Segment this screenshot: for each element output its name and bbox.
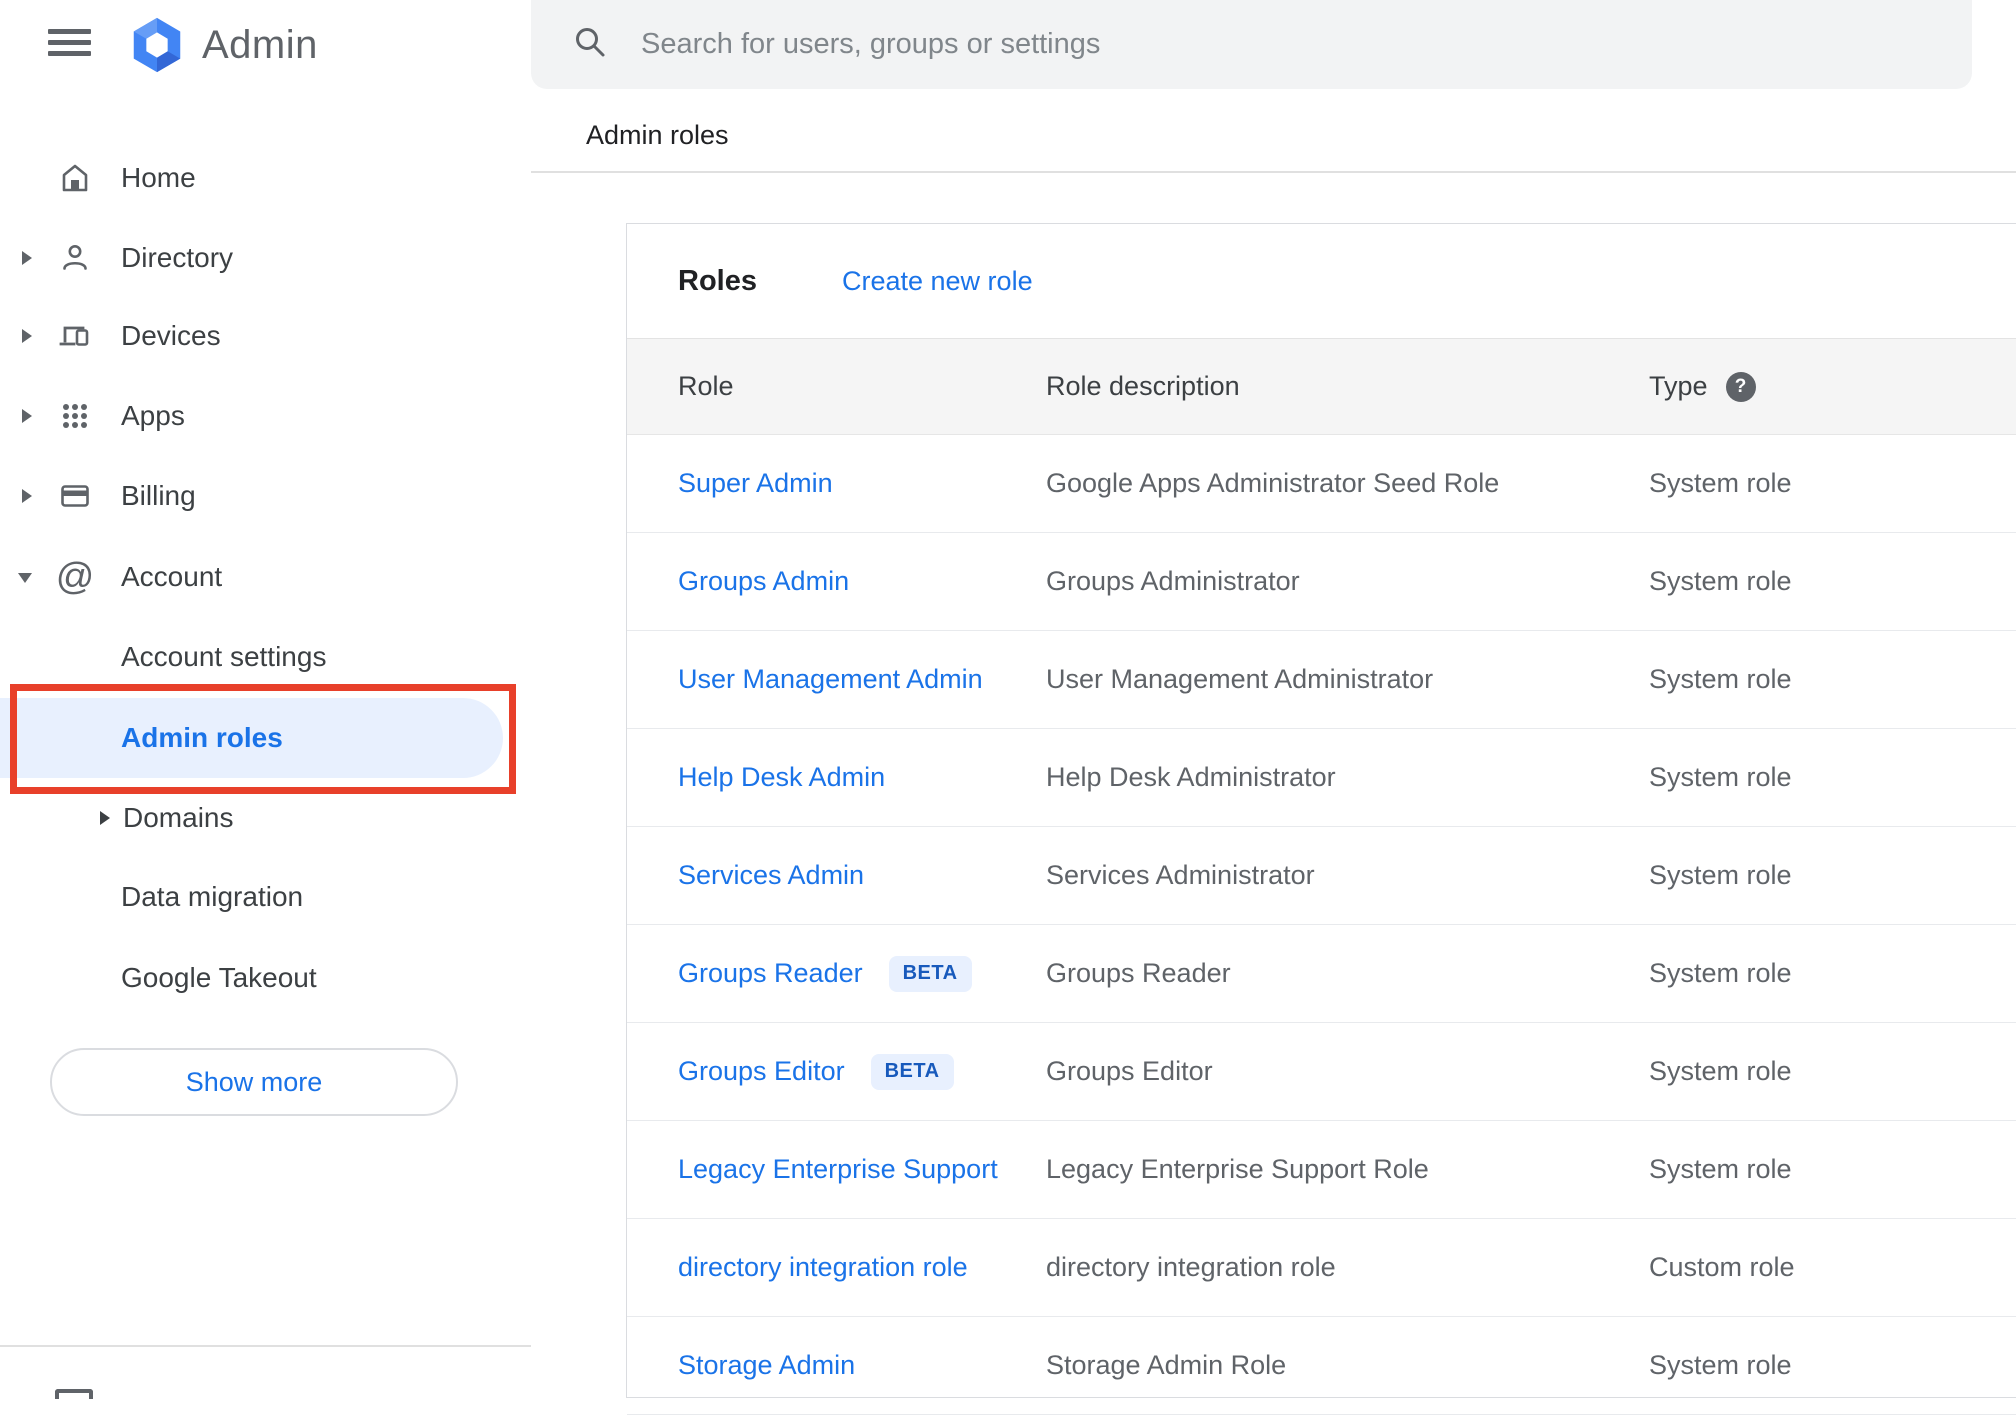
- table-row: directory integration role directory int…: [627, 1219, 2016, 1317]
- collapse-arrow-icon[interactable]: [18, 573, 32, 583]
- role-link[interactable]: User Management Admin: [678, 664, 983, 695]
- admin-hexagon-icon: [133, 17, 181, 73]
- person-icon: [56, 218, 94, 298]
- sidebar-item-label: Data migration: [121, 881, 304, 912]
- sidebar: Admin Home Directory Devices Apps Billin…: [0, 0, 531, 1399]
- column-header-description: Role description: [1046, 371, 1240, 401]
- table-header-row: Role Role description Type ?: [627, 338, 2016, 435]
- sidebar-item-data-migration[interactable]: Data migration: [0, 857, 531, 937]
- sidebar-item-account[interactable]: @ Account: [0, 537, 531, 617]
- search-input[interactable]: [641, 28, 1942, 61]
- sidebar-item-label: Apps: [121, 400, 185, 431]
- role-type: System role: [1649, 860, 1792, 890]
- role-type: System role: [1649, 1350, 1792, 1380]
- table-row: Super Admin Google Apps Administrator Se…: [627, 435, 2016, 533]
- sidebar-item-label: Billing: [121, 480, 196, 511]
- beta-badge: BETA: [870, 1053, 954, 1090]
- breadcrumb: Admin roles: [586, 120, 729, 150]
- sidebar-bottom-divider: [0, 1345, 531, 1347]
- role-link[interactable]: Legacy Enterprise Support: [678, 1154, 998, 1185]
- panel-title: Roles: [678, 264, 757, 297]
- role-description: Help Desk Administrator: [1046, 762, 1336, 792]
- column-header-role: Role: [678, 371, 734, 401]
- brand-bar: Admin: [0, 0, 531, 92]
- sidebar-item-label: Domains: [123, 802, 234, 833]
- role-type: System role: [1649, 566, 1792, 596]
- table-row: Services Admin Services Administrator Sy…: [627, 827, 2016, 925]
- devices-icon: [56, 296, 94, 376]
- sidebar-item-label: Account: [121, 561, 223, 592]
- beta-badge: BETA: [888, 955, 972, 992]
- sidebar-item-label: Devices: [121, 320, 221, 351]
- credit-card-icon: [56, 456, 94, 536]
- role-type: System role: [1649, 664, 1792, 694]
- expand-arrow-icon[interactable]: [22, 409, 32, 423]
- column-header-type: Type: [1649, 371, 1708, 401]
- table-row: Legacy Enterprise Support Legacy Enterpr…: [627, 1121, 2016, 1219]
- role-link[interactable]: Groups Editor: [678, 1056, 845, 1087]
- role-type: System role: [1649, 762, 1792, 792]
- role-link[interactable]: Storage Admin: [678, 1350, 855, 1381]
- expand-arrow-icon[interactable]: [100, 811, 110, 825]
- role-description: directory integration role: [1046, 1252, 1336, 1282]
- role-description: Groups Reader: [1046, 958, 1231, 988]
- role-type: System role: [1649, 1056, 1792, 1086]
- role-link[interactable]: Services Admin: [678, 860, 864, 891]
- role-description: Legacy Enterprise Support Role: [1046, 1154, 1429, 1184]
- roles-panel-header: Roles Create new role: [627, 224, 2016, 338]
- sidebar-item-domains[interactable]: Domains: [0, 778, 531, 858]
- menu-icon[interactable]: [48, 29, 91, 56]
- home-icon: [56, 138, 94, 218]
- role-link[interactable]: Help Desk Admin: [678, 762, 885, 793]
- role-description: Groups Administrator: [1046, 566, 1300, 596]
- header-divider: [531, 171, 2016, 173]
- role-type: Custom role: [1649, 1252, 1795, 1282]
- sidebar-item-home[interactable]: Home: [0, 138, 531, 218]
- role-description: Groups Editor: [1046, 1056, 1213, 1086]
- create-new-role-link[interactable]: Create new role: [842, 266, 1033, 297]
- role-type: System role: [1649, 958, 1792, 988]
- sidebar-item-label: Directory: [121, 242, 234, 273]
- help-icon[interactable]: ?: [1725, 371, 1756, 402]
- expand-arrow-icon[interactable]: [22, 329, 32, 343]
- cutoff-nav-icon: [55, 1389, 93, 1399]
- expand-arrow-icon[interactable]: [22, 489, 32, 503]
- sidebar-item-google-takeout[interactable]: Google Takeout: [0, 938, 531, 1018]
- admin-logo-text: Admin: [202, 22, 318, 67]
- role-link[interactable]: Groups Admin: [678, 566, 849, 597]
- role-link[interactable]: directory integration role: [678, 1252, 968, 1283]
- role-description: Google Apps Administrator Seed Role: [1046, 468, 1500, 498]
- admin-logo: Admin: [126, 14, 318, 76]
- role-link[interactable]: Groups Reader: [678, 958, 863, 989]
- table-row: Storage Admin Storage Admin Role System …: [627, 1317, 2016, 1415]
- table-row: User Management Admin User Management Ad…: [627, 631, 2016, 729]
- search-icon: [571, 23, 609, 66]
- role-link[interactable]: Super Admin: [678, 468, 833, 499]
- table-row: Help Desk Admin Help Desk Administrator …: [627, 729, 2016, 827]
- sidebar-item-directory[interactable]: Directory: [0, 218, 531, 298]
- at-sign-icon: @: [55, 556, 95, 598]
- role-description: Services Administrator: [1046, 860, 1315, 890]
- role-description: Storage Admin Role: [1046, 1350, 1287, 1380]
- sidebar-item-label: Home: [121, 162, 196, 193]
- sidebar-item-devices[interactable]: Devices: [0, 296, 531, 376]
- table-row: Groups Reader BETA Groups Reader System …: [627, 925, 2016, 1023]
- table-row: Groups Editor BETA Groups Editor System …: [627, 1023, 2016, 1121]
- search-bar[interactable]: [531, 0, 1972, 89]
- roles-panel: Roles Create new role Role Role descript…: [626, 223, 2016, 1415]
- sidebar-item-label: Google Takeout: [121, 962, 317, 993]
- role-type: System role: [1649, 468, 1792, 498]
- table-row: Groups Admin Groups Administrator System…: [627, 533, 2016, 631]
- show-more-button[interactable]: Show more: [50, 1048, 458, 1116]
- role-description: User Management Administrator: [1046, 664, 1434, 694]
- role-type: System role: [1649, 1154, 1792, 1184]
- apps-grid-icon: [56, 376, 94, 456]
- sidebar-item-billing[interactable]: Billing: [0, 456, 531, 536]
- expand-arrow-icon[interactable]: [22, 251, 32, 265]
- sidebar-item-apps[interactable]: Apps: [0, 376, 531, 456]
